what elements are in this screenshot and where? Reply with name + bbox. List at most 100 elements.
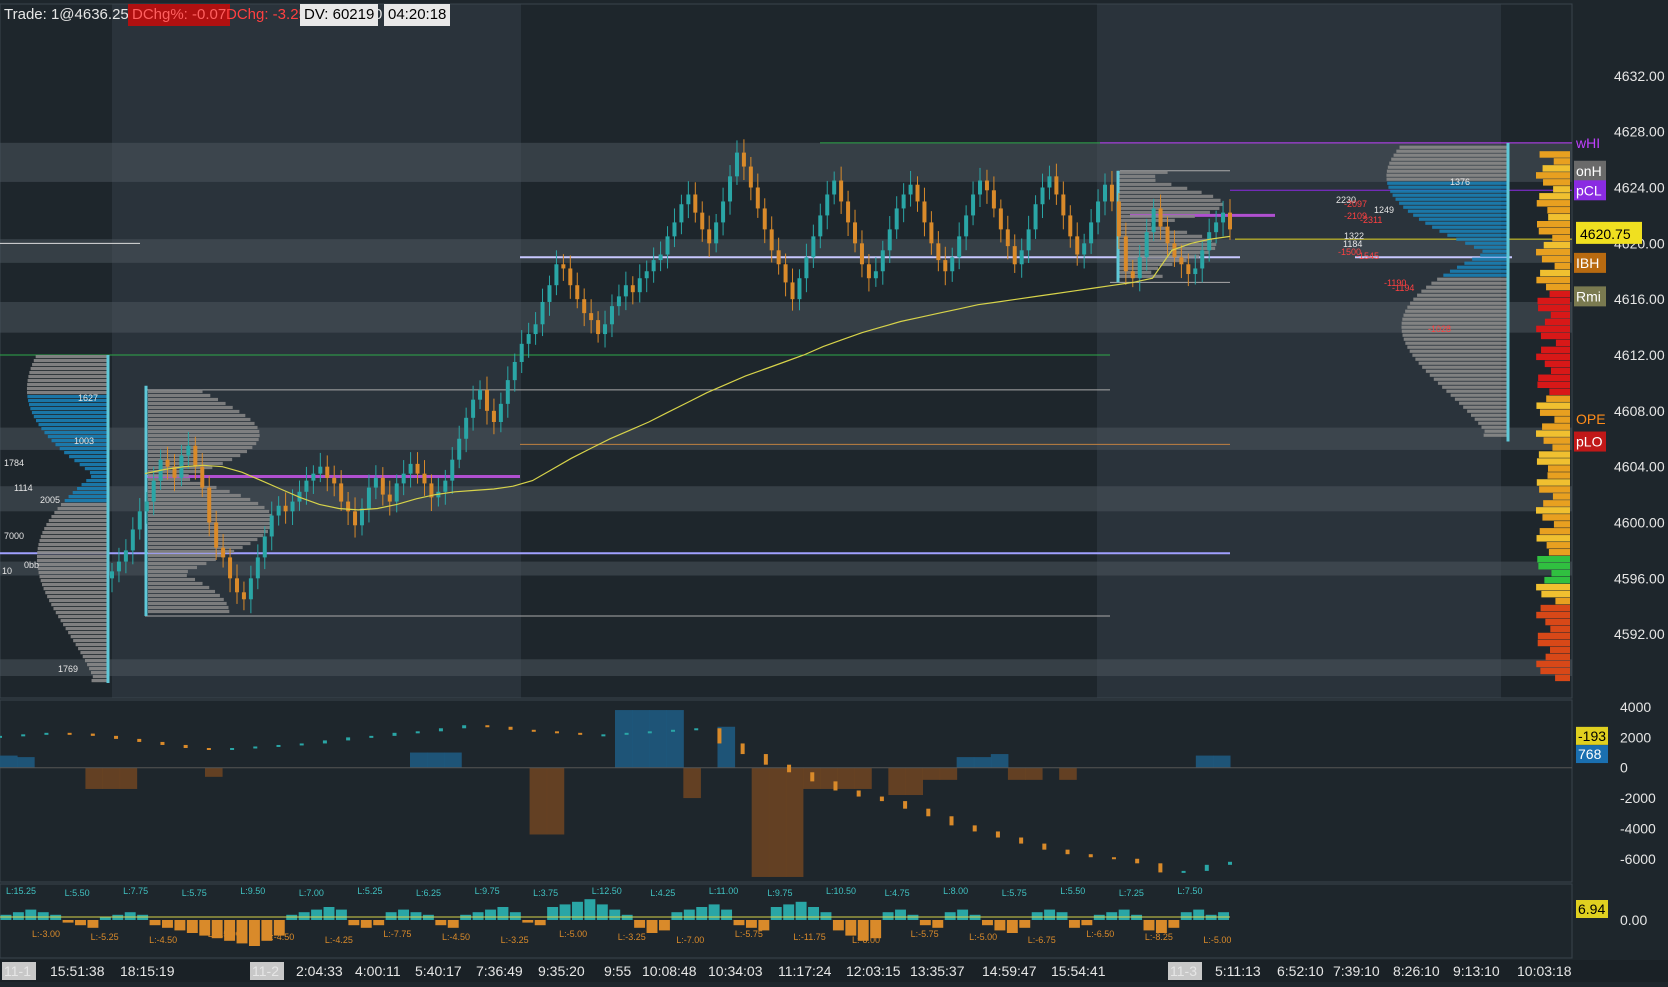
volume-profile-bar [148,477,191,482]
tick-bar [696,907,708,920]
volume-profile-bar [48,519,108,523]
heatmap-cell [1539,409,1570,416]
delta-bar [119,767,138,789]
cumulative-delta-bar [856,790,861,797]
volume-profile-bar [148,581,203,586]
candle-body [984,180,989,191]
profile-volume-label: 1249 [1374,205,1394,215]
tick-label-positive: L:5.25 [357,886,382,896]
tick-bar [1081,920,1093,926]
tick-bar [832,920,844,931]
x-time-label: 10:34:03 [708,963,763,979]
tick-label-positive: L:5.75 [182,888,207,898]
candle-body [908,184,913,195]
delta-bar [768,767,787,877]
tick-label-negative: L:-5.00 [969,932,997,942]
volume-profile-bar [1472,257,1508,261]
volume-profile-bar [1402,317,1508,321]
candle-body [443,480,448,492]
heatmap-cell [1536,248,1570,256]
price-tick-label: 4596.00 [1614,570,1665,586]
heatmap-cell [1537,381,1570,388]
volume-profile-bar [1447,233,1508,237]
candle-body [547,285,552,302]
volume-profile-bar [31,411,108,415]
volume-profile-bar [1118,250,1210,254]
volume-profile-bar [1433,377,1508,381]
candle-body [380,477,385,495]
tick-bar [410,912,422,920]
heatmap-cell [1539,193,1570,200]
delta-bar [939,767,958,780]
heatmap-cell [1536,535,1570,542]
volume-profile-bar [1118,182,1172,186]
candle-body [221,547,226,558]
heatmap-cell [1550,646,1570,654]
volume-profile-bar [35,355,108,359]
cumulative-delta-bar [21,734,26,737]
price-tick-label: 4632.00 [1614,68,1665,84]
volume-profile-bar [1118,214,1195,218]
cumulative-delta-bar [995,831,1000,838]
volume-profile-bar [148,405,233,410]
candle-body [1040,187,1045,205]
volume-profile-bar [41,427,108,431]
volume-profile-bar [148,481,204,486]
candle-body [1089,222,1094,244]
x-time-label: 2:04:33 [296,963,343,979]
cumulative-delta-bar [206,748,211,750]
tick-label-positive: L:5.50 [65,888,90,898]
heatmap-cell [1537,297,1570,305]
volume-profile-bar [86,479,108,483]
candle-body [915,184,920,202]
delta-tick-label: -2000 [1620,790,1656,806]
tick-label-positive: L:10.50 [826,886,856,896]
tick-bar [385,912,397,920]
volume-profile-bar [1429,373,1508,377]
volume-profile-bar [148,529,268,534]
tick-bar [733,920,745,926]
cumulative-delta-bar [462,725,467,729]
volume-profile-bar [1470,413,1508,417]
x-time-label: 9:13:10 [1453,963,1500,979]
volume-profile-bar [72,491,108,495]
delta-bar [615,710,633,768]
candle-body [415,463,420,474]
volume-profile-bar [148,485,217,490]
delta-bar [410,752,428,768]
delta-tag: 768 [1578,746,1602,762]
candle-body [1012,246,1017,265]
volume-profile-bar [44,431,108,435]
value-area-band [0,142,1572,182]
profile-volume-label: 1114 [14,483,33,493]
volume-profile-bar [1467,409,1508,413]
candle-body [971,194,976,216]
candle-body [1068,215,1073,237]
volume-profile-bar [84,467,108,471]
volume-profile-bar [77,487,108,491]
profile-volume-label: -2311 [1360,215,1382,225]
candle-body [950,257,955,272]
volume-profile-bar [68,631,108,635]
volume-profile-bar [37,551,108,555]
volume-profile-bar [1396,149,1508,153]
heatmap-cell [1544,576,1570,584]
trading-chart-svg: 4632.004628.004624.004620.004616.004612.… [0,0,1668,982]
volume-profile-bar [148,573,187,578]
volume-profile-bar [148,397,219,402]
delta-bar [888,767,906,796]
volume-profile-bar [1418,361,1508,365]
cumulative-delta-bar [114,735,119,739]
volume-profile-bar [148,437,259,442]
cumulative-delta-bar [1065,849,1070,855]
candle-body [769,229,774,251]
candle-body [1214,222,1219,233]
cumulative-delta-bar [230,748,235,750]
heatmap-cell [1540,269,1570,277]
candle-body [679,204,684,223]
cumulative-delta-bar [1042,843,1047,850]
volume-profile-bar [1387,181,1508,185]
heatmap-cell [1538,304,1570,312]
tick-bar [1106,912,1118,920]
tick-bar [534,920,546,926]
